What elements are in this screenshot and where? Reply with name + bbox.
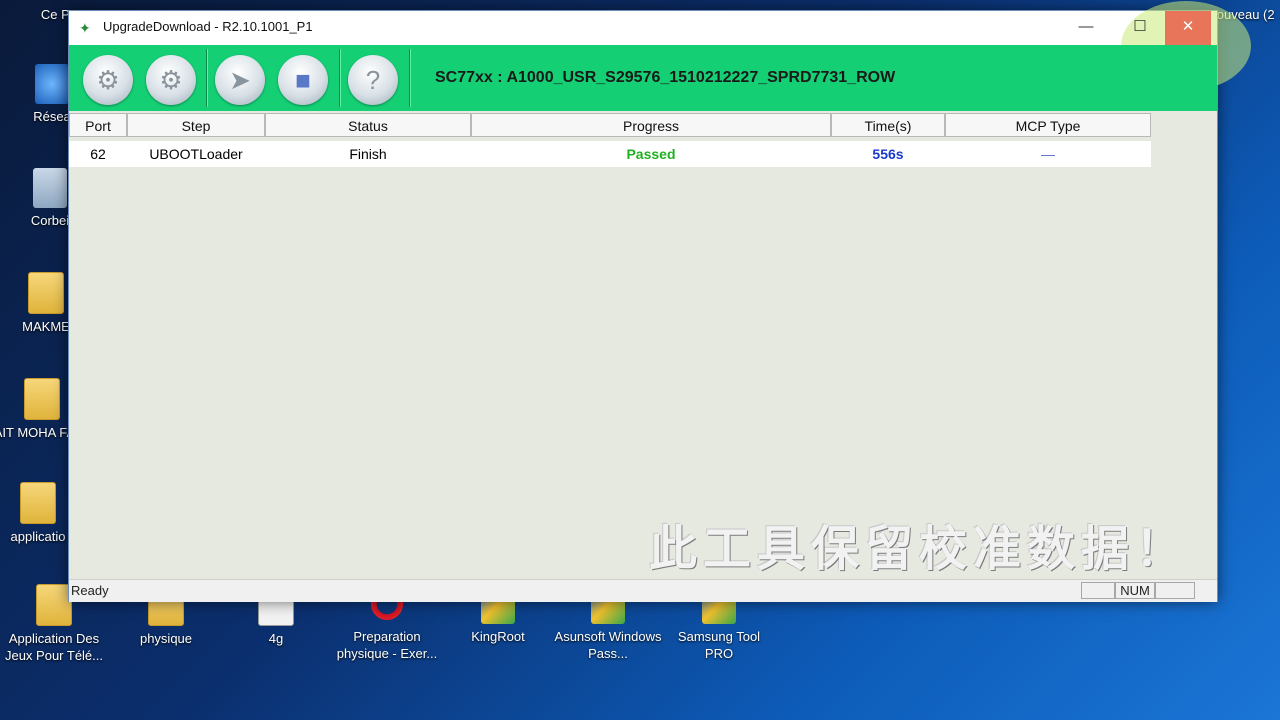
folder-icon: [36, 584, 72, 626]
column-header-port[interactable]: Port: [69, 113, 127, 137]
cell-progress[interactable]: Passed: [471, 141, 831, 167]
help-question-icon[interactable]: ?: [348, 55, 398, 105]
desktop-icon-label: Asunsoft Windows Pass...: [554, 629, 662, 661]
close-button[interactable]: ✕: [1165, 11, 1211, 45]
desktop-icon-label: 4g: [268, 631, 284, 646]
desktop-icon-label: Application Des Jeux Pour Télé...: [4, 631, 104, 663]
network-icon: [35, 64, 69, 104]
cell-step[interactable]: UBOOTLoader: [127, 141, 265, 167]
recycle-bin-icon: [33, 168, 67, 208]
status-panel-empty: [1081, 582, 1115, 599]
maximize-button[interactable]: ☐: [1117, 11, 1163, 45]
status-text: Ready: [71, 583, 109, 598]
status-bar: Ready NUM: [69, 579, 1217, 602]
start-arrow-icon[interactable]: ➤: [215, 55, 265, 105]
desktop-icon-label: physique: [139, 631, 193, 646]
toolbar-separator: [409, 49, 411, 107]
desktop-icon-label: Preparation physique - Exer...: [336, 629, 438, 661]
num-lock-indicator: NUM: [1115, 582, 1155, 599]
folder-icon: [24, 378, 60, 420]
title-bar[interactable]: ✦ UpgradeDownload - R2.10.1001_P1 — ☐ ✕: [69, 1, 1251, 91]
settings-multi-gear-icon[interactable]: ⚙: [146, 55, 196, 105]
column-header-time[interactable]: Time(s): [831, 113, 945, 137]
toolbar: ⚙ ⚙ ➤ ■ ? SC77xx : A1000_USR_S29576_1510…: [69, 45, 1217, 111]
status-panel-empty: [1155, 582, 1195, 599]
stop-square-icon[interactable]: ■: [278, 55, 328, 105]
desktop-icon-label: Samsung Tool PRO: [677, 629, 761, 661]
cell-time[interactable]: 556s: [831, 141, 945, 167]
app-icon: ✦: [79, 20, 91, 36]
toolbar-separator: [206, 49, 208, 107]
column-header-step[interactable]: Step: [127, 113, 265, 137]
folder-icon: [28, 272, 64, 314]
column-header-mcp-type[interactable]: MCP Type: [945, 113, 1151, 137]
minimize-button[interactable]: —: [1063, 11, 1109, 45]
folder-icon: [20, 482, 56, 524]
cell-port[interactable]: 62: [69, 141, 127, 167]
window-title: UpgradeDownload - R2.10.1001_P1: [103, 19, 313, 34]
watermark-text: 此工具保留校准数据！: [649, 523, 1190, 576]
desktop-icon-label: KingRoot: [471, 629, 525, 644]
cell-mcp-type[interactable]: —: [945, 141, 1151, 167]
column-header-progress[interactable]: Progress: [471, 113, 831, 137]
download-grid: Port Step Status Progress Time(s) MCP Ty…: [69, 111, 1217, 579]
toolbar-separator: [339, 49, 341, 107]
cell-status[interactable]: Finish: [265, 141, 471, 167]
column-header-status[interactable]: Status: [265, 113, 471, 137]
upgrade-download-window: ✦ UpgradeDownload - R2.10.1001_P1 — ☐ ✕ …: [68, 1, 1251, 602]
firmware-label: SC77xx : A1000_USR_S29576_1510212227_SPR…: [435, 69, 896, 86]
settings-gear-icon[interactable]: ⚙: [83, 55, 133, 105]
